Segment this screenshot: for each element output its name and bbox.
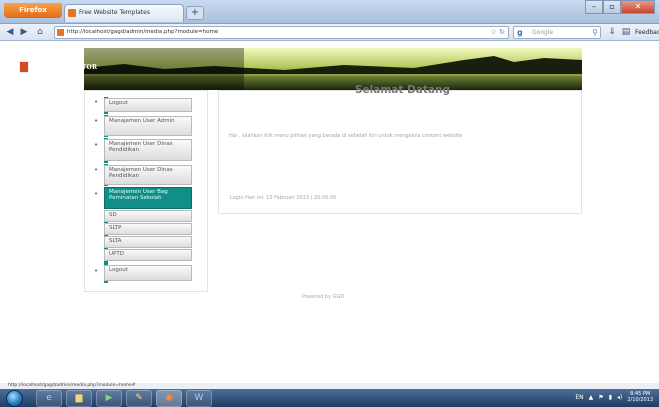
clock[interactable]: 8:45 PM 2/10/2013 [627, 391, 653, 403]
firefox-icon[interactable]: ◉ [156, 390, 182, 407]
word-icon[interactable]: W [186, 390, 212, 407]
bullet-icon: • [94, 98, 99, 106]
favicon-icon [68, 9, 76, 17]
logo-icon [19, 61, 29, 73]
bullet-icon: • [94, 267, 99, 275]
firefox-menu-button[interactable]: Firefox [4, 3, 62, 18]
browser-navbar: ◀ ▶ ⌂ http://localhost/gagd/admin/media.… [0, 24, 659, 41]
language-indicator[interactable]: EN [575, 394, 583, 401]
sidebar-item-logout-top[interactable]: Logout [104, 98, 192, 112]
close-icon[interactable]: ✕ [621, 0, 655, 14]
sidebar-item-sd[interactable]: SD [104, 210, 192, 222]
sidebar-item-label: SLTP [109, 225, 122, 231]
downloads-icon[interactable]: ⇓ [606, 27, 618, 38]
sidebar-item-sltp[interactable]: SLTP [104, 223, 192, 235]
back-arrow-icon[interactable]: ◀ [4, 27, 16, 38]
bullet-icon: • [94, 141, 99, 149]
sidebar-item-label: Manajemen User Dinas Pendidikan [109, 167, 173, 179]
bullet-icon: • [94, 190, 99, 198]
tab-title: Free Website Templates [79, 9, 150, 16]
login-info: Login Hari ini: 10 Februari 2013 | 20:00… [230, 195, 337, 201]
browser-tab[interactable]: Free Website Templates [64, 4, 184, 22]
sidebar-item-label: UPTD [109, 251, 124, 257]
volume-icon[interactable]: ◂) [617, 394, 622, 401]
sidebar-item-label: Manajemen User Dinas Pendidikan [109, 141, 173, 153]
search-placeholder: Google [532, 29, 554, 36]
browser-titlebar: Firefox Free Website Templates + – ▫ ✕ [0, 0, 659, 24]
sidebar-item-label: SLTA [109, 238, 122, 244]
start-button[interactable] [6, 390, 23, 407]
taskbar: e ▆ ▶ ✎ ◉ W EN ▲ ⚑ ▮ ◂) 8:45 PM 2/10/201… [0, 389, 659, 407]
flag-icon[interactable]: ⚑ [598, 394, 603, 401]
brand-text: ADMINISTRATOR [33, 63, 98, 71]
sidebar-item-slta[interactable]: SLTA [104, 236, 192, 248]
address-bar[interactable]: http://localhost/gagd/admin/media.php?mo… [54, 26, 509, 39]
welcome-text: Hai , silahkan klik menu pilihan yang be… [229, 133, 463, 139]
brand-logo[interactable]: ADMINISTRATOR [19, 61, 97, 73]
maximize-icon[interactable]: ▫ [603, 0, 621, 14]
sidebar-item-label: Manajemen User Bag Peminatan Sekolah [109, 189, 168, 201]
sidebar-item-uptd[interactable]: UPTD [104, 249, 192, 261]
bookmarks-icon[interactable]: ▤ [620, 27, 632, 38]
search-icon[interactable]: ⚲ [592, 27, 598, 38]
sidebar-item-user-dinas-2[interactable]: Manajemen User Dinas Pendidikan [104, 165, 192, 185]
header-banner [84, 48, 582, 90]
reload-icon[interactable]: ☆ ↻ [491, 27, 505, 38]
bullet-icon: • [94, 117, 99, 125]
sidebar-item-label: SD [109, 212, 117, 218]
ie-icon[interactable]: e [36, 390, 62, 407]
sidebar-item-logout[interactable]: Logout [104, 265, 192, 281]
address-text: http://localhost/gagd/admin/media.php?mo… [67, 29, 219, 35]
sidebar-item-label: Manajemen User Admin [109, 118, 175, 124]
site-favicon-icon [57, 29, 64, 36]
sidebar-item-label: Logout [109, 100, 128, 106]
sidebar-item-bag-peminatan[interactable]: Manajemen User Bag Peminatan Sekolah [104, 187, 192, 209]
page-title: Selamat Datang [355, 84, 450, 96]
new-tab-button[interactable]: + [186, 6, 204, 20]
window-controls: – ▫ ✕ [585, 0, 655, 14]
home-icon[interactable]: ⌂ [34, 27, 46, 38]
sidebar-item-user-dinas[interactable]: Manajemen User Dinas Pendidikan [104, 139, 192, 161]
paint-icon[interactable]: ✎ [126, 390, 152, 407]
system-tray: EN ▲ ⚑ ▮ ◂) 8:45 PM 2/10/2013 [575, 391, 653, 403]
clock-date: 2/10/2013 [627, 397, 653, 403]
media-player-icon[interactable]: ▶ [96, 390, 122, 407]
folder-icon[interactable]: ▆ [66, 390, 92, 407]
sidebar-item-user-admin[interactable]: Manajemen User Admin [104, 116, 192, 136]
feedback-button[interactable]: Feedback [635, 27, 659, 38]
sidebar-item-label: Logout [109, 267, 128, 273]
google-icon: g [517, 28, 523, 37]
minimize-icon[interactable]: – [585, 0, 603, 14]
lake-banner-image [84, 48, 582, 90]
forward-arrow-icon[interactable]: ▶ [18, 27, 30, 38]
search-input[interactable]: g Google ⚲ [513, 26, 601, 39]
up-arrow-icon[interactable]: ▲ [589, 394, 594, 401]
page-footer: Powered by GGD [302, 294, 345, 300]
network-icon[interactable]: ▮ [609, 394, 612, 401]
bullet-icon: • [94, 166, 99, 174]
